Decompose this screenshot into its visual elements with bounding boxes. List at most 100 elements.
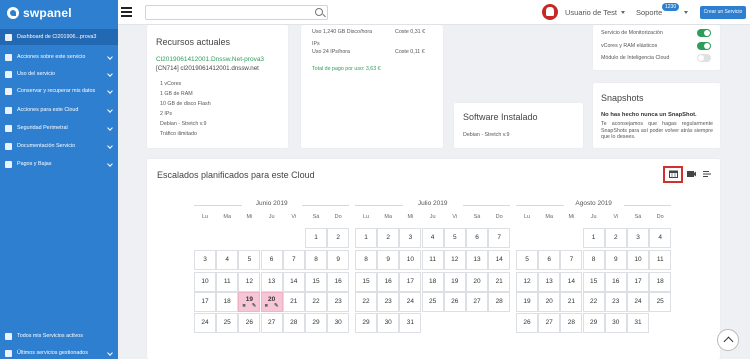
calendar-day[interactable]: 28	[560, 313, 583, 333]
calendar-day[interactable]: 15	[582, 272, 605, 292]
calendar-day[interactable]: 4	[216, 250, 239, 270]
calendar-day[interactable]: 28	[282, 313, 305, 333]
calendar-day[interactable]: 22	[305, 292, 327, 312]
calendar-day[interactable]: 19	[443, 272, 466, 292]
create-service-button[interactable]: Crear un Servicio	[700, 6, 746, 19]
support-menu[interactable]: Soporte	[636, 8, 662, 17]
calendar-day[interactable]: 11	[421, 250, 444, 270]
calendar-day[interactable]: 3	[194, 250, 216, 270]
calendar-day[interactable]: 4	[649, 228, 672, 248]
calendar-day[interactable]: 21	[282, 292, 305, 312]
calendar-day[interactable]: 10	[627, 250, 649, 270]
pencil-icon[interactable]: ✎	[252, 303, 257, 309]
calendar-day[interactable]: 2	[377, 228, 400, 248]
chevron-down-icon[interactable]	[621, 11, 625, 14]
calendar-day[interactable]: 12	[443, 250, 466, 270]
sidebar-item-payments[interactable]: Pagos y Bajas	[0, 156, 118, 172]
calendar-day[interactable]: 12	[238, 272, 261, 292]
calendar-day[interactable]: 5	[443, 228, 466, 248]
calendar-day[interactable]: 25	[649, 292, 672, 312]
pencil-icon[interactable]: ✎	[274, 303, 279, 309]
sidebar-item-all-services[interactable]: Todos mis Servicios activos	[0, 328, 118, 344]
calendar-day[interactable]: 14	[488, 250, 511, 270]
calendar-day[interactable]: 16	[604, 272, 627, 292]
calendar-day[interactable]: 5	[238, 250, 261, 270]
sidebar-item-dashboard[interactable]: Dashboard de Cl201906...prova3	[0, 29, 118, 45]
calendar-day[interactable]: 19	[516, 292, 538, 312]
calendar-day[interactable]: 4	[421, 228, 444, 248]
calendar-day[interactable]: 1	[305, 228, 327, 248]
calendar-day[interactable]: 24	[194, 313, 216, 333]
calendar-day[interactable]: 9	[327, 250, 350, 270]
calendar-day[interactable]: 14	[560, 272, 583, 292]
calendar-day[interactable]: 16	[327, 272, 350, 292]
calendar-day[interactable]: 11	[216, 272, 239, 292]
search-input[interactable]	[145, 5, 328, 20]
calendar-day[interactable]: 15	[305, 272, 327, 292]
intelligence-toggle[interactable]	[697, 54, 711, 62]
calendar-day[interactable]: 31	[627, 313, 649, 333]
calendar-day[interactable]: 2	[327, 228, 350, 248]
sidebar-item-recent-services[interactable]: Últimos servicios gestionados	[0, 345, 118, 359]
monitoring-toggle[interactable]	[697, 29, 711, 37]
calendar-day[interactable]: 24	[627, 292, 649, 312]
sidebar-item-backup[interactable]: Conservar y recuperar mis datos	[0, 83, 118, 99]
sidebar-item-security[interactable]: Seguridad Perimetral	[0, 120, 118, 136]
scroll-top-button[interactable]	[717, 329, 739, 351]
calendar-day[interactable]: 20	[538, 292, 561, 312]
host-link[interactable]: Cl2019061412001.Dnssw.Net-prova3	[156, 56, 264, 63]
calendar-day[interactable]: 25	[421, 292, 444, 312]
list-icon[interactable]	[703, 170, 712, 178]
calendar-day[interactable]: 20	[466, 272, 488, 292]
trash-icon[interactable]: ■	[242, 303, 245, 309]
calendar-day[interactable]: 17	[399, 272, 422, 292]
calendar-day[interactable]: 30	[377, 313, 400, 333]
calendar-day[interactable]: 18	[421, 272, 444, 292]
calendar-day[interactable]: 1	[582, 228, 605, 248]
calendar-day[interactable]: 23	[377, 292, 400, 312]
calendar-day[interactable]: 9	[377, 250, 400, 270]
calendar-day[interactable]: 8	[582, 250, 605, 270]
chevron-down-icon[interactable]	[684, 11, 688, 14]
calendar-day[interactable]: 9	[604, 250, 627, 270]
calendar-day[interactable]: 27	[538, 313, 561, 333]
calendar-day[interactable]: 30	[604, 313, 627, 333]
calendar-day[interactable]: 13	[538, 272, 561, 292]
calendar-day[interactable]: 17	[194, 292, 216, 312]
calendar-day[interactable]: 7	[282, 250, 305, 270]
calendar-day[interactable]: 21	[560, 292, 583, 312]
calendar-day[interactable]: 13	[260, 272, 283, 292]
calendar-day[interactable]: 29	[305, 313, 327, 333]
calendar-day[interactable]: 17	[627, 272, 649, 292]
calendar-day[interactable]: 2	[604, 228, 627, 248]
calendar-day[interactable]: 6	[260, 250, 283, 270]
video-icon[interactable]	[687, 170, 696, 178]
calendar-day-scheduled[interactable]: 20 ■ ✎	[260, 292, 283, 312]
calendar-day[interactable]: 21	[488, 272, 511, 292]
calendar-day[interactable]: 13	[466, 250, 488, 270]
sidebar-item-actions[interactable]: Acciones sobre este servicio	[0, 49, 118, 65]
calendar-day[interactable]: 5	[516, 250, 538, 270]
calendar-day[interactable]: 24	[399, 292, 422, 312]
calendar-day[interactable]: 23	[327, 292, 350, 312]
calendar-day[interactable]: 3	[627, 228, 649, 248]
calendar-day[interactable]: 22	[355, 292, 377, 312]
sidebar-item-docs[interactable]: Documentación Servicio	[0, 138, 118, 154]
user-name[interactable]: Usuario de Test	[565, 8, 617, 17]
calendar-day[interactable]: 10	[194, 272, 216, 292]
calendar-day[interactable]: 25	[216, 313, 239, 333]
calendar-day[interactable]: 8	[355, 250, 377, 270]
calendar-day[interactable]: 6	[538, 250, 561, 270]
calendar-day[interactable]: 8	[305, 250, 327, 270]
calendar-day[interactable]: 30	[327, 313, 350, 333]
calendar-day[interactable]: 6	[466, 228, 488, 248]
calendar-day[interactable]: 27	[466, 292, 488, 312]
calendar-day[interactable]: 7	[488, 228, 511, 248]
sidebar-item-usage[interactable]: Uso del servicio	[0, 66, 118, 82]
search-icon[interactable]	[315, 8, 323, 16]
calendar-day[interactable]: 22	[582, 292, 605, 312]
calendar-day[interactable]: 10	[399, 250, 422, 270]
calendar-day[interactable]: 14	[282, 272, 305, 292]
calendar-day[interactable]: 31	[399, 313, 422, 333]
calendar-day[interactable]: 28	[488, 292, 511, 312]
